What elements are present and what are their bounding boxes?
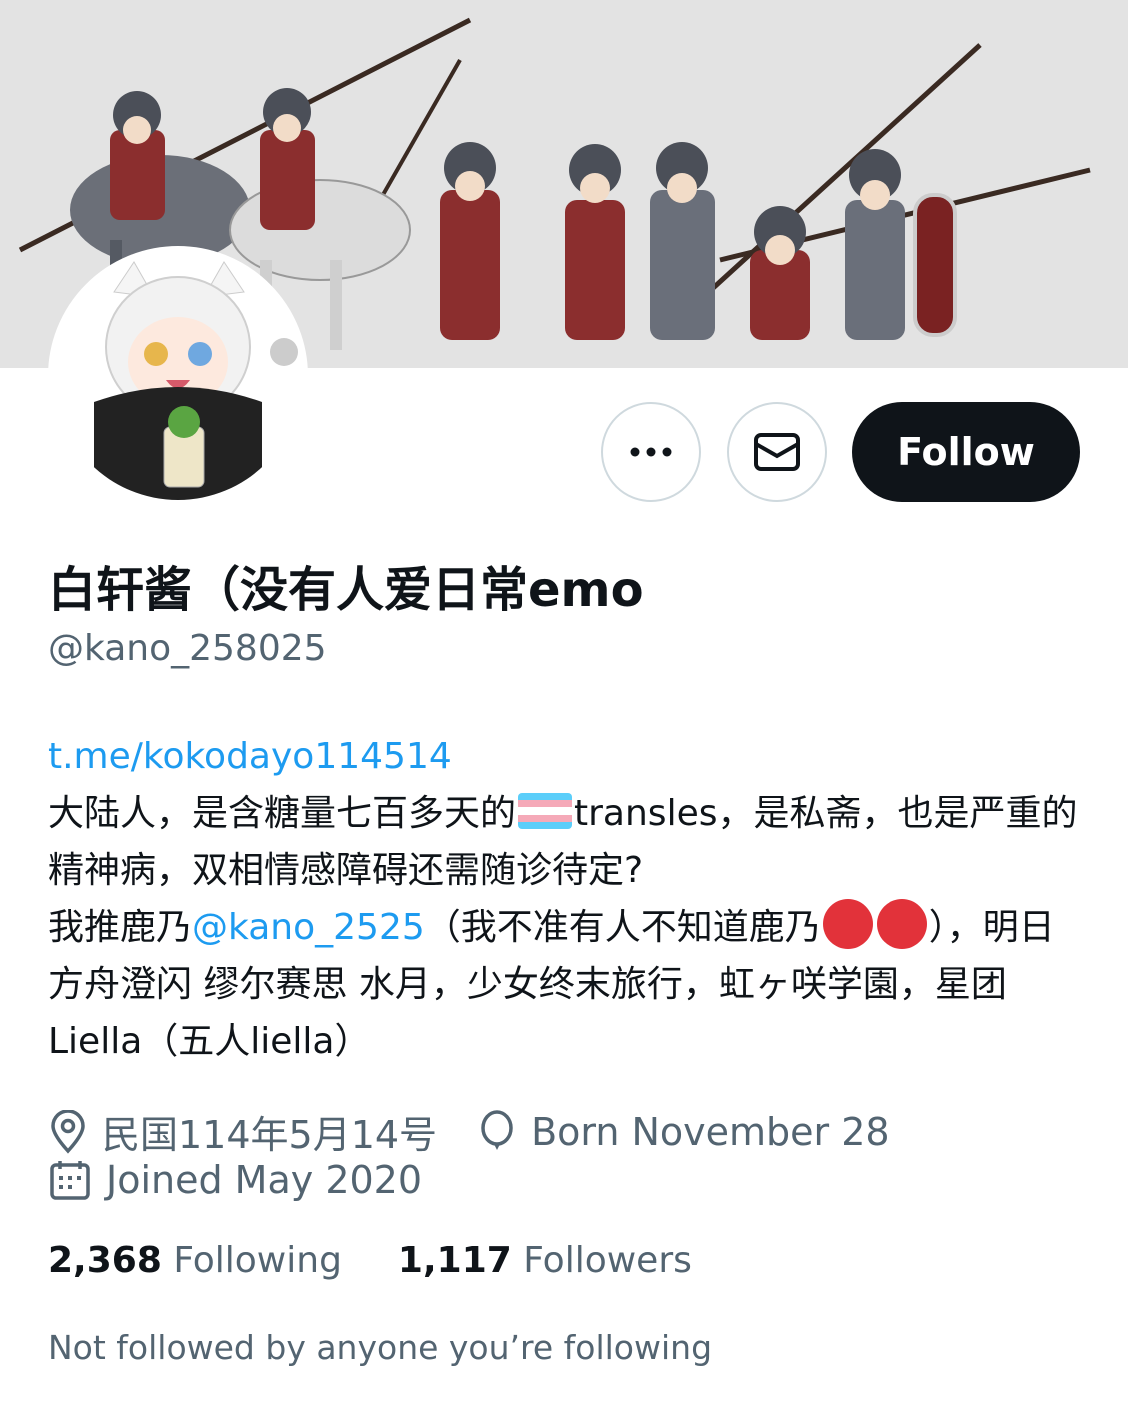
angry-face-icon [822, 899, 873, 949]
birthday: Born November 28 [477, 1110, 890, 1154]
bio-text-1: 大陆人，是含糖量七百多天的 transles，是私斋，也是严重的精神病，双相情感障… [48, 785, 1088, 899]
meta-row-2: Joined May 2020 [48, 1158, 462, 1202]
location-text: 民国114年5月14号 [102, 1113, 438, 1157]
bio-mention[interactable]: @kano_2525 [192, 907, 425, 948]
following-link[interactable]: 2,368 Following [48, 1240, 342, 1281]
location: 民国114年5月14号 [48, 1104, 437, 1159]
follow-stats: 2,368 Following 1,117 Followers [48, 1240, 748, 1281]
transgender-flag-icon [518, 793, 573, 829]
follow-button[interactable]: Follow [852, 402, 1080, 502]
handle: @kano_258025 [48, 628, 327, 669]
not-followed-text: Not followed by anyone you’re following [48, 1328, 713, 1367]
bio-text-2b: （我不准有人不知道鹿乃 [424, 907, 821, 948]
avatar-image [54, 252, 302, 500]
bio-text-2: 我推鹿乃@kano_2525（我不准有人不知道鹿乃 ），明日方舟澄闪 缪尔赛思 水… [48, 899, 1088, 1070]
bio-text-1a: 大陆人，是含糖量七百多天的 [48, 793, 517, 834]
followers-label: Followers [523, 1240, 692, 1281]
followers-count: 1,117 [397, 1240, 512, 1281]
avatar[interactable] [48, 246, 308, 506]
mail-icon [754, 433, 800, 471]
balloon-icon [481, 1109, 513, 1150]
followers-link[interactable]: 1,117 Followers [398, 1240, 692, 1281]
bio: t.me/kokodayo114514 大陆人，是含糖量七百多天的 transle… [48, 728, 1088, 1070]
more-icon [630, 447, 672, 457]
calendar-icon [50, 1161, 90, 1200]
meta-row-1: 民国114年5月14号 Born November 28 [48, 1104, 930, 1159]
more-button[interactable] [601, 402, 701, 502]
birthday-text: Born November 28 [531, 1109, 890, 1154]
following-label: Following [173, 1240, 342, 1281]
message-button[interactable] [727, 402, 827, 502]
joined: Joined May 2020 [48, 1158, 422, 1202]
bio-link[interactable]: t.me/kokodayo114514 [48, 736, 452, 777]
following-count: 2,368 [48, 1240, 162, 1281]
bio-text-2a: 我推鹿乃 [48, 907, 193, 948]
angry-face-icon [876, 899, 927, 949]
joined-text: Joined May 2020 [106, 1158, 423, 1202]
location-icon [51, 1109, 85, 1154]
display-name: 白轩酱（没有人爱日常emo [48, 562, 644, 618]
